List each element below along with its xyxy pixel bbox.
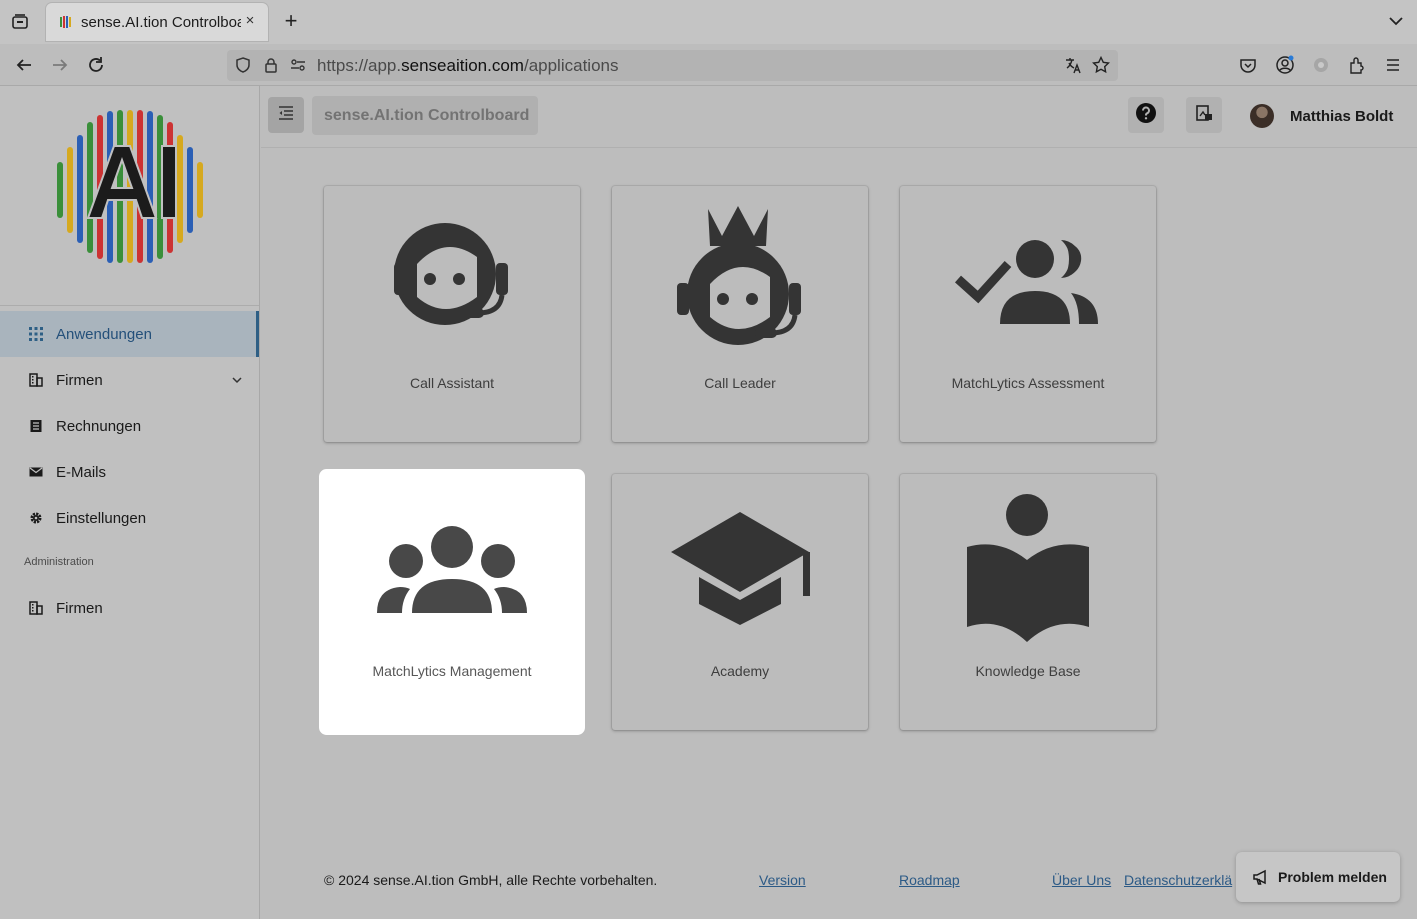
reading-person-icon bbox=[900, 492, 1156, 642]
sidebar-item-label: Firmen bbox=[56, 371, 103, 389]
support-agent-icon bbox=[324, 204, 580, 354]
address-bar[interactable]: https://app.senseaition.com/applications bbox=[227, 50, 1118, 81]
user-name: Matthias Boldt bbox=[1290, 107, 1394, 125]
grid-icon bbox=[28, 326, 44, 342]
sidebar-divider bbox=[0, 305, 259, 306]
tab-title: sense.AI.tion Controlboard bbox=[81, 13, 241, 31]
crowned-agent-icon bbox=[612, 204, 868, 354]
mail-icon bbox=[28, 464, 44, 480]
groups-icon bbox=[324, 492, 580, 642]
shield-icon[interactable] bbox=[234, 56, 252, 74]
sidebar-item-admin-firmen[interactable]: Firmen bbox=[0, 585, 259, 631]
app-header: sense.AI.tion Controlboard Matthias Bold… bbox=[261, 86, 1417, 148]
account-icon[interactable] bbox=[1273, 53, 1297, 77]
permissions-icon[interactable] bbox=[289, 56, 307, 74]
extension-puzzle-icon[interactable] bbox=[1309, 53, 1333, 77]
hamburger-menu-icon[interactable] bbox=[1381, 53, 1405, 77]
user-menu[interactable]: Matthias Boldt bbox=[1250, 103, 1393, 129]
tab-list-chevron-icon[interactable] bbox=[1387, 12, 1405, 30]
page-title: sense.AI.tion Controlboard bbox=[324, 106, 530, 124]
browser-tab-bar: sense.AI.tion Controlboard × + bbox=[0, 0, 1417, 44]
sidebar-item-label: Einstellungen bbox=[56, 509, 147, 527]
app-card-call-assistant[interactable]: Call Assistant bbox=[324, 186, 580, 442]
app-card-matchlytics-management[interactable]: MatchLytics Management bbox=[324, 474, 580, 730]
gear-icon bbox=[28, 510, 44, 526]
building-icon bbox=[28, 600, 44, 616]
app-card-label: Call Leader bbox=[704, 375, 776, 391]
help-icon bbox=[1136, 102, 1156, 128]
ai-logo bbox=[52, 110, 208, 264]
site-favicon-icon bbox=[58, 14, 74, 30]
sidebar-item-label: Anwendungen bbox=[56, 325, 152, 343]
sidebar-item-label: Rechnungen bbox=[56, 417, 142, 435]
graduation-cap-icon bbox=[612, 492, 868, 642]
app-card-label: MatchLytics Assessment bbox=[951, 375, 1105, 391]
app-card-label: MatchLytics Management bbox=[372, 663, 532, 679]
footer-link-about[interactable]: Über Uns bbox=[1052, 872, 1111, 888]
report-problem-label: Problem melden bbox=[1278, 869, 1387, 885]
translate-icon[interactable] bbox=[1064, 56, 1082, 74]
new-tab-button[interactable]: + bbox=[280, 10, 302, 32]
sidebar: Anwendungen Firmen Rechnungen E-Mails Ei… bbox=[0, 86, 260, 919]
switch-view-button[interactable] bbox=[1186, 97, 1222, 133]
app-title-box: sense.AI.tion Controlboard bbox=[312, 96, 538, 135]
people-check-icon bbox=[900, 204, 1156, 354]
receipt-icon bbox=[28, 418, 44, 434]
app-card-call-leader[interactable]: Call Leader bbox=[612, 186, 868, 442]
app-card-label: Call Assistant bbox=[409, 375, 495, 391]
avatar bbox=[1250, 104, 1274, 128]
sidebar-item-label: E-Mails bbox=[56, 463, 107, 481]
footer-copyright: © 2024 sense.AI.tion GmbH, alle Rechte v… bbox=[324, 872, 658, 888]
browser-nav-bar: https://app.senseaition.com/applications bbox=[0, 44, 1417, 86]
app-card-label: Academy bbox=[710, 663, 770, 679]
sidebar-item-rechnungen[interactable]: Rechnungen bbox=[0, 403, 259, 449]
footer-link-roadmap[interactable]: Roadmap bbox=[899, 872, 960, 888]
sidebar-item-emails[interactable]: E-Mails bbox=[0, 449, 259, 495]
megaphone-icon bbox=[1252, 868, 1270, 886]
bookmark-star-icon[interactable] bbox=[1092, 56, 1110, 74]
footer-link-privacy[interactable]: Datenschutzerklä bbox=[1124, 872, 1232, 888]
help-button[interactable] bbox=[1128, 97, 1164, 133]
url-text[interactable]: https://app.senseaition.com/applications bbox=[317, 56, 618, 76]
report-problem-button[interactable]: Problem melden bbox=[1236, 852, 1400, 902]
sidebar-item-einstellungen[interactable]: Einstellungen bbox=[0, 495, 259, 541]
footer-link-version[interactable]: Version bbox=[759, 872, 806, 888]
lock-icon[interactable] bbox=[262, 56, 280, 74]
app-card-label: Knowledge Base bbox=[975, 663, 1081, 679]
pocket-icon[interactable] bbox=[1236, 53, 1260, 77]
forward-arrow-icon[interactable] bbox=[48, 53, 72, 77]
app-card-academy[interactable]: Academy bbox=[612, 474, 868, 730]
chevron-down-icon[interactable] bbox=[231, 373, 243, 385]
sidebar-item-label: Firmen bbox=[56, 599, 103, 617]
tab-overview-icon[interactable] bbox=[8, 10, 32, 34]
sidebar-section-title: Administration bbox=[24, 556, 94, 568]
reload-icon[interactable] bbox=[84, 53, 108, 77]
browser-tab[interactable]: sense.AI.tion Controlboard × bbox=[46, 3, 268, 41]
building-icon bbox=[28, 372, 44, 388]
menu-toggle-button[interactable] bbox=[268, 97, 304, 133]
tab-close-icon[interactable]: × bbox=[242, 13, 258, 29]
app-card-knowledge-base[interactable]: Knowledge Base bbox=[900, 474, 1156, 730]
extensions-icon[interactable] bbox=[1345, 53, 1369, 77]
display-settings-icon bbox=[1195, 104, 1213, 127]
sidebar-item-anwendungen[interactable]: Anwendungen bbox=[0, 311, 259, 357]
menu-collapse-icon bbox=[278, 105, 294, 125]
sidebar-item-firmen[interactable]: Firmen bbox=[0, 357, 259, 403]
app-card-matchlytics-assessment[interactable]: MatchLytics Assessment bbox=[900, 186, 1156, 442]
back-arrow-icon[interactable] bbox=[12, 53, 36, 77]
